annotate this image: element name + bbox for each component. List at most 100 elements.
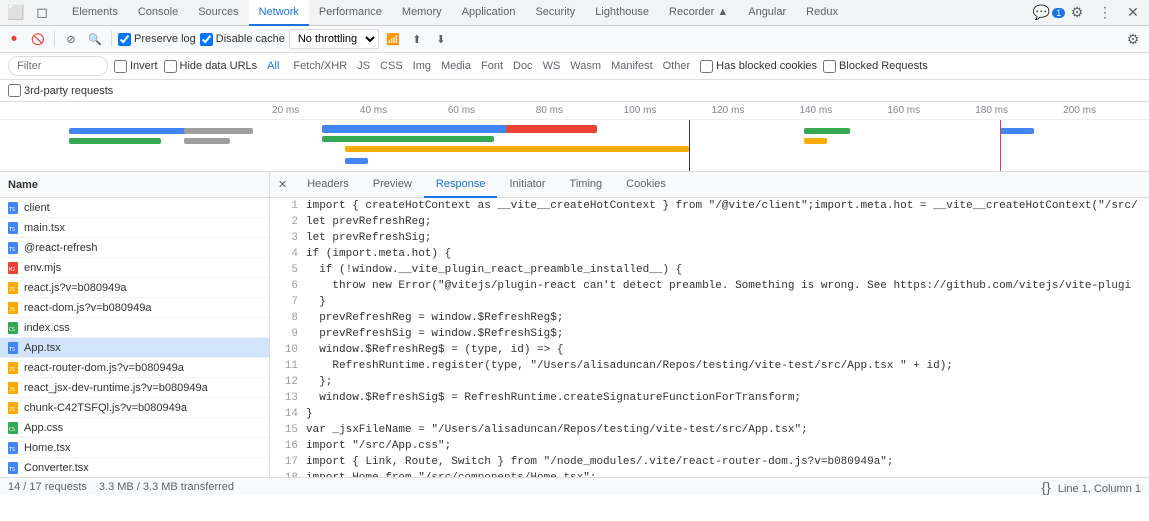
file-item[interactable]: MJenv.mjs [0, 258, 269, 278]
svg-text:CS: CS [9, 327, 15, 333]
filter-type-img[interactable]: Img [409, 59, 435, 73]
hide-data-urls-label[interactable]: Hide data URLs [164, 60, 258, 73]
panel-tab-response[interactable]: Response [424, 172, 498, 198]
panel-tab-timing[interactable]: Timing [558, 172, 615, 198]
panel-close-button[interactable]: ✕ [274, 176, 291, 193]
thirdparty-label[interactable]: 3rd-party requests [8, 84, 113, 97]
devtools-icon-2[interactable]: ◻ [30, 1, 54, 25]
filter-type-js[interactable]: JS [353, 59, 374, 73]
toolbar-sep-1 [54, 31, 55, 47]
name-header: Name [8, 179, 38, 191]
upload-icon[interactable]: ⬆ [407, 29, 427, 49]
timeline-ruler: 20 ms40 ms60 ms80 ms100 ms120 ms140 ms16… [0, 102, 1149, 120]
filter-type-ws[interactable]: WS [539, 59, 565, 73]
file-item[interactable]: JSreact_jsx-dev-runtime.js?v=b080949a [0, 378, 269, 398]
file-item[interactable]: CSApp.css [0, 418, 269, 438]
line-number: 9 [274, 326, 298, 342]
file-item[interactable]: JSreact.js?v=b080949a [0, 278, 269, 298]
filter-type-fetch/xhr[interactable]: Fetch/XHR [289, 59, 351, 73]
download-icon[interactable]: ⬇ [431, 29, 451, 49]
filter-type-font[interactable]: Font [477, 59, 507, 73]
preserve-log-text: Preserve log [134, 33, 196, 45]
line-number: 12 [274, 374, 298, 390]
tab-sources[interactable]: Sources [188, 0, 248, 26]
file-item[interactable]: JSchunk-C42TSFQl.js?v=b080949a [0, 398, 269, 418]
record-button[interactable]: ⏺ [4, 29, 24, 49]
toolbar-sep-2 [111, 31, 112, 47]
line-number: 17 [274, 454, 298, 470]
settings-icon[interactable]: ⚙ [1065, 1, 1089, 25]
line-number: 15 [274, 422, 298, 438]
position-text: Line 1, Column 1 [1058, 483, 1141, 495]
blocked-requests-label[interactable]: Blocked Requests [823, 60, 928, 73]
panel-tab-preview[interactable]: Preview [361, 172, 424, 198]
filter-input[interactable] [8, 56, 108, 76]
tab-security[interactable]: Security [525, 0, 585, 26]
disable-cache-checkbox[interactable] [200, 33, 213, 46]
file-item[interactable]: TS@react-refresh [0, 238, 269, 258]
file-item[interactable]: TSHome.tsx [0, 438, 269, 458]
wifi-icon[interactable]: 📶 [383, 29, 403, 49]
panel-tab-headers[interactable]: Headers [295, 172, 361, 198]
thirdparty-checkbox[interactable] [8, 84, 21, 97]
file-icon-tsx: TS [8, 342, 20, 354]
file-item[interactable]: TSApp.tsx [0, 338, 269, 358]
network-settings-icon[interactable]: ⚙ [1121, 27, 1145, 51]
disable-cache-label[interactable]: Disable cache [200, 33, 285, 46]
filter-type-media[interactable]: Media [437, 59, 475, 73]
blocked-requests-text: Blocked Requests [839, 60, 928, 72]
file-name: index.css [24, 322, 70, 334]
file-item[interactable]: JSreact-dom.js?v=b080949a [0, 298, 269, 318]
file-name: react.js?v=b080949a [24, 282, 126, 294]
console-badge-button[interactable]: 💬1 [1037, 1, 1061, 25]
throttle-select[interactable]: No throttling Slow 3G Fast 3G Offline [289, 29, 379, 49]
has-blocked-cookies-checkbox[interactable] [700, 60, 713, 73]
code-view[interactable]: 1import { createHotContext as __vite__cr… [270, 198, 1149, 477]
tab-lighthouse[interactable]: Lighthouse [585, 0, 659, 26]
timeline-area: 20 ms40 ms60 ms80 ms100 ms120 ms140 ms16… [0, 102, 1149, 172]
line-number: 8 [274, 310, 298, 326]
devtools-icon-1[interactable]: ⬜ [4, 1, 28, 25]
tab-application[interactable]: Application [452, 0, 526, 26]
file-item[interactable]: TSclient [0, 198, 269, 218]
filter-type-manifest[interactable]: Manifest [607, 59, 657, 73]
filter-icon[interactable]: ⊘ [61, 29, 81, 49]
filter-type-other[interactable]: Other [659, 59, 695, 73]
filter-all[interactable]: All [263, 59, 283, 73]
invert-label[interactable]: Invert [114, 60, 158, 73]
blocked-requests-checkbox[interactable] [823, 60, 836, 73]
tab-redux[interactable]: Redux [796, 0, 848, 26]
invert-checkbox[interactable] [114, 60, 127, 73]
file-name: react-dom.js?v=b080949a [24, 302, 152, 314]
filter-type-css[interactable]: CSS [376, 59, 407, 73]
line-number: 1 [274, 198, 298, 214]
tab-network[interactable]: Network [249, 0, 309, 26]
line-content: RefreshRuntime.register(type, "/Users/al… [306, 358, 953, 374]
more-icon[interactable]: ⋮ [1093, 1, 1117, 25]
tab-memory[interactable]: Memory [392, 0, 452, 26]
preserve-log-checkbox[interactable] [118, 33, 131, 46]
hide-data-urls-checkbox[interactable] [164, 60, 177, 73]
filter-type-wasm[interactable]: Wasm [566, 59, 605, 73]
panel-tab-cookies[interactable]: Cookies [614, 172, 678, 198]
has-blocked-cookies-label[interactable]: Has blocked cookies [700, 60, 817, 73]
svg-text:TS: TS [9, 247, 15, 253]
panel-tab-initiator[interactable]: Initiator [497, 172, 557, 198]
line-content: } [306, 406, 313, 422]
tab-performance[interactable]: Performance [309, 0, 392, 26]
line-content: var _jsxFileName = "/Users/alisaduncan/R… [306, 422, 808, 438]
search-button[interactable]: 🔍 [85, 29, 105, 49]
line-number: 13 [274, 390, 298, 406]
preserve-log-label[interactable]: Preserve log [118, 33, 196, 46]
clear-button[interactable]: 🚫 [28, 29, 48, 49]
tab-elements[interactable]: Elements [62, 0, 128, 26]
filter-type-doc[interactable]: Doc [509, 59, 537, 73]
close-devtools-icon[interactable]: ✕ [1121, 1, 1145, 25]
tab-angular[interactable]: Angular [738, 0, 796, 26]
tab-console[interactable]: Console [128, 0, 188, 26]
file-item[interactable]: TSmain.tsx [0, 218, 269, 238]
file-item[interactable]: CS index.css [0, 318, 269, 338]
file-item[interactable]: TSConverter.tsx [0, 458, 269, 477]
tab-recorder-▲[interactable]: Recorder ▲ [659, 0, 738, 26]
file-item[interactable]: JSreact-router-dom.js?v=b080949a [0, 358, 269, 378]
